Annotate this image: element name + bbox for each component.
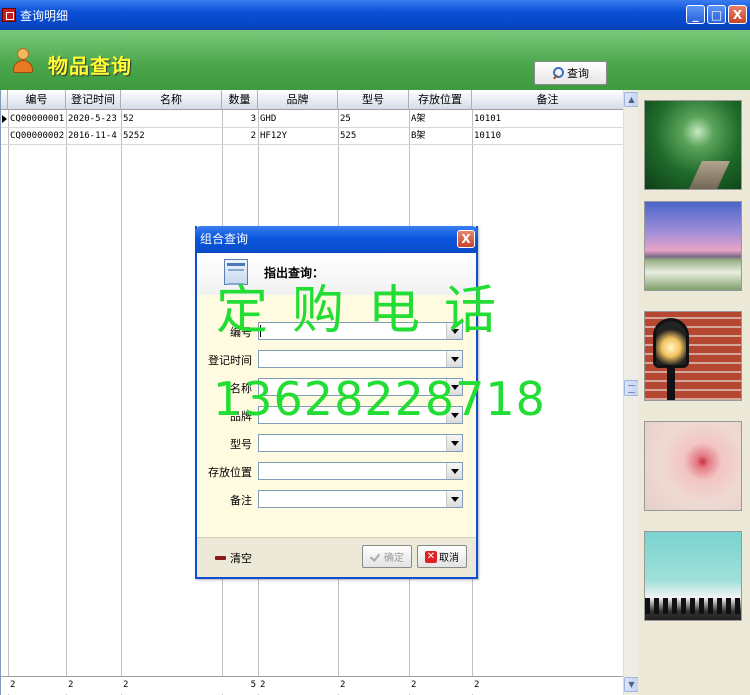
summary-name: 2 <box>123 680 129 690</box>
ok-label: 确定 <box>384 553 404 564</box>
scroll-thumb[interactable] <box>624 380 639 396</box>
scroll-down-button[interactable]: ▼ <box>624 677 639 692</box>
chevron-down-icon[interactable] <box>446 351 462 367</box>
minus-icon <box>215 556 226 560</box>
dialog-footer: 清空 确定 ✕ 取消 <box>197 537 476 577</box>
summary-date: 2 <box>68 680 74 690</box>
vertical-scrollbar[interactable]: ▲ ▼ <box>623 90 639 695</box>
close-icon: ✕ <box>425 550 437 563</box>
check-icon <box>370 552 382 562</box>
window-controls: _ □ X <box>686 5 747 24</box>
window-titlebar: 查询明细 _ □ X <box>0 0 750 30</box>
cell-quantity[interactable]: 3 <box>222 111 258 128</box>
summary-notes: 2 <box>474 680 480 690</box>
cancel-label: 取消 <box>439 553 459 564</box>
scroll-up-button[interactable]: ▲ <box>624 92 639 107</box>
close-button[interactable]: X <box>728 5 747 24</box>
chevron-down-icon[interactable] <box>446 491 462 507</box>
pink-flower-image[interactable] <box>644 421 742 511</box>
dialog-title: 组合查询 <box>200 232 249 246</box>
dialog-close-button[interactable]: X <box>457 230 475 248</box>
summary-row: 2 2 2 5 2 2 2 2 <box>1 676 624 694</box>
column-header-quantity[interactable]: 数量 <box>222 90 258 110</box>
page-title: 物品查询 <box>48 54 132 78</box>
cell-model[interactable]: 525 <box>338 128 409 145</box>
column-header-date[interactable]: 登记时间 <box>66 90 121 110</box>
garden-path-image[interactable] <box>644 100 742 190</box>
query-button-label: 查询 <box>567 67 589 80</box>
date-combo[interactable] <box>258 350 463 368</box>
field-label-notes: 备注 <box>230 494 252 507</box>
column-header-model[interactable]: 型号 <box>338 90 409 110</box>
user-icon <box>12 48 34 74</box>
notes-combo[interactable] <box>258 490 463 508</box>
page-header: 物品查询 查询 <box>0 30 750 90</box>
column-header-brand[interactable]: 品牌 <box>258 90 338 110</box>
cell-location[interactable]: A架 <box>409 111 472 128</box>
cell-notes[interactable]: 10110 <box>472 128 624 145</box>
cell-notes[interactable]: 10101 <box>472 111 624 128</box>
column-header-name[interactable]: 名称 <box>121 90 222 110</box>
cell-name[interactable]: 52 <box>121 111 222 128</box>
minimize-button[interactable]: _ <box>686 5 705 24</box>
cell-brand[interactable]: HF12Y <box>258 128 338 145</box>
dialog-titlebar: 组合查询 X <box>195 226 478 253</box>
app-icon <box>2 8 16 22</box>
cell-id[interactable]: CQ00000002 <box>8 128 66 145</box>
summary-brand: 2 <box>260 680 266 690</box>
clear-button[interactable]: 清空 <box>215 550 252 566</box>
cell-quantity[interactable]: 2 <box>222 128 258 145</box>
clear-label: 清空 <box>230 552 252 565</box>
window-title: 查询明细 <box>20 8 69 23</box>
cancel-button[interactable]: ✕ 取消 <box>417 545 467 568</box>
column-header-location[interactable]: 存放位置 <box>409 90 472 110</box>
field-label-date: 登记时间 <box>208 354 252 367</box>
field-label-location: 存放位置 <box>208 466 252 479</box>
street-lamp-image[interactable] <box>644 311 742 401</box>
flower-field-image[interactable] <box>644 201 742 291</box>
chevron-down-icon[interactable] <box>446 435 462 451</box>
model-combo[interactable] <box>258 434 463 452</box>
watermark-text: 定购电话 <box>216 281 521 341</box>
table-row[interactable]: CQ00000002 2016-11-4 5252 2 HF12Y 525 B架… <box>1 128 624 145</box>
cell-location[interactable]: B架 <box>409 128 472 145</box>
grid-header: 编号 登记时间 名称 数量 品牌 型号 存放位置 备注 <box>1 90 624 110</box>
cell-date[interactable]: 2020-5-23 <box>66 111 121 128</box>
location-combo[interactable] <box>258 462 463 480</box>
summary-location: 2 <box>411 680 417 690</box>
cell-date[interactable]: 2016-11-4 <box>66 128 121 145</box>
summary-quantity: 5 <box>250 680 256 690</box>
current-row-indicator <box>1 111 8 128</box>
chevron-down-icon[interactable] <box>446 463 462 479</box>
maximize-button[interactable]: □ <box>707 5 726 24</box>
cell-brand[interactable]: GHD <box>258 111 338 128</box>
summary-model: 2 <box>340 680 346 690</box>
query-button[interactable]: 查询 <box>534 61 607 85</box>
cell-id[interactable]: CQ00000001 <box>8 111 66 128</box>
cell-name[interactable]: 5252 <box>121 128 222 145</box>
column-header-id[interactable]: 编号 <box>8 90 66 110</box>
city-silhouette-image[interactable] <box>644 531 742 621</box>
table-row[interactable]: CQ00000001 2020-5-23 52 3 GHD 25 A架 1010… <box>1 111 624 128</box>
field-label-model: 型号 <box>230 438 252 451</box>
ok-button[interactable]: 确定 <box>362 545 412 568</box>
cell-model[interactable]: 25 <box>338 111 409 128</box>
watermark-phone: 13628228718 <box>213 372 546 426</box>
column-header-notes[interactable]: 备注 <box>472 90 624 110</box>
summary-id: 2 <box>10 680 16 690</box>
magnifier-icon <box>552 67 564 79</box>
image-panel <box>638 90 750 695</box>
